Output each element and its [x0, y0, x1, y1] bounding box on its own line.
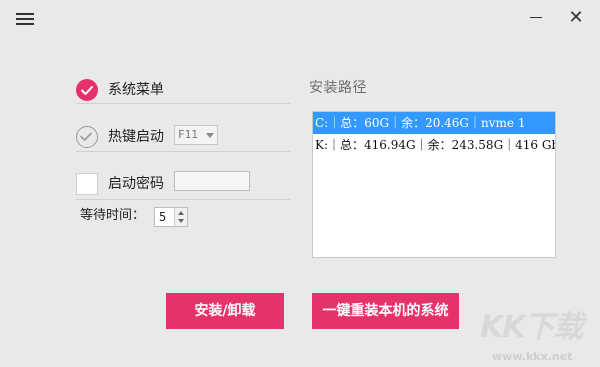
- list-item[interactable]: K:｜总：416.94G｜余：243.58G｜416 Gb: [313, 134, 555, 156]
- divider: [76, 103, 290, 104]
- password-input[interactable]: [174, 171, 250, 191]
- stepper-buttons[interactable]: [174, 208, 187, 226]
- arrow-up-icon[interactable]: [178, 211, 184, 215]
- boot-password-label: 启动密码: [108, 176, 164, 192]
- check-on-icon[interactable]: [76, 79, 98, 101]
- hotkey-select-value: F11: [178, 128, 198, 141]
- hotkey-start-label: 热键启动: [108, 129, 164, 145]
- wait-time-stepper[interactable]: 5: [154, 207, 188, 227]
- system-menu-label: 系统菜单: [108, 82, 164, 98]
- wait-time-label: 等待时间：: [80, 208, 146, 223]
- watermark-logo: KK下载 www.kkx.net: [470, 302, 598, 366]
- check-off-icon[interactable]: [76, 126, 98, 148]
- chevron-down-icon: [206, 133, 214, 138]
- hamburger-menu-icon[interactable]: [16, 10, 36, 30]
- watermark-logo-text: KK下载: [480, 310, 583, 345]
- checkbox[interactable]: [76, 173, 98, 195]
- install-path-list[interactable]: C:｜总：60G｜余：20.46G｜nvme 1 K:｜总：416.94G｜余：…: [312, 111, 556, 258]
- list-item[interactable]: C:｜总：60G｜余：20.46G｜nvme 1: [313, 112, 555, 134]
- divider: [76, 151, 290, 152]
- arrow-down-icon[interactable]: [178, 219, 184, 223]
- minimize-icon[interactable]: [526, 8, 546, 28]
- divider: [76, 199, 290, 200]
- install-uninstall-button[interactable]: 安装/卸载: [166, 293, 284, 329]
- one-click-reinstall-button[interactable]: 一键重装本机的系统: [312, 293, 459, 329]
- close-icon[interactable]: ✕: [566, 8, 586, 28]
- wait-time-value: 5: [159, 210, 167, 224]
- watermark-url: www.kkx.net: [492, 350, 573, 363]
- install-path-title: 安装路径: [309, 80, 367, 96]
- hotkey-select[interactable]: F11: [174, 125, 218, 145]
